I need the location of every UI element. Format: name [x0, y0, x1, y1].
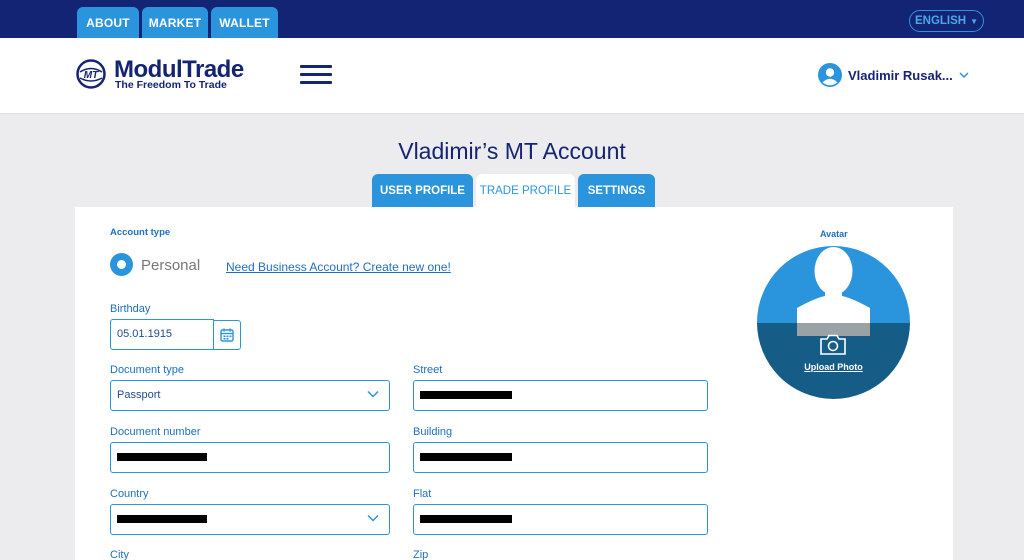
document-type-select[interactable]: Passport [110, 380, 390, 411]
chevron-down-icon [367, 390, 379, 398]
upload-photo-link[interactable]: Upload Photo [757, 362, 910, 372]
flat-label: Flat [413, 488, 432, 500]
avatar-silhouette-icon [757, 246, 910, 399]
menu-icon[interactable] [300, 65, 332, 85]
tab-market[interactable]: MARKET [142, 7, 208, 38]
city-label: City [110, 549, 129, 560]
user-menu[interactable]: Vladimir Rusak... [818, 63, 969, 87]
tab-trade-profile[interactable]: TRADE PROFILE [476, 174, 575, 207]
avatar-upload[interactable]: Upload Photo [757, 246, 910, 399]
calendar-button[interactable] [213, 320, 241, 350]
chevron-down-icon [367, 514, 379, 522]
modultrade-logo-icon[interactable]: MT [76, 59, 106, 89]
personal-label: Personal [141, 257, 201, 274]
calendar-icon [220, 328, 234, 342]
redacted-value [117, 453, 207, 461]
document-type-value: Passport [117, 389, 161, 401]
account-type-label: Account type [110, 227, 171, 238]
flat-input[interactable] [413, 504, 708, 535]
street-input[interactable] [413, 380, 708, 411]
birthday-label: Birthday [110, 303, 151, 315]
personal-radio[interactable] [110, 253, 133, 276]
language-label: ENGLISH [914, 15, 967, 27]
country-label: Country [110, 488, 149, 500]
country-select[interactable] [110, 504, 390, 535]
user-name: Vladimir Rusak... [848, 67, 953, 83]
site-header: MT ModulTrade The Freedom To Trade Vladi… [0, 38, 1024, 114]
language-selector[interactable]: ENGLISH ▼ [909, 10, 984, 32]
camera-icon [820, 334, 846, 355]
building-input[interactable] [413, 442, 708, 473]
create-business-account-link[interactable]: Need Business Account? Create new one! [226, 260, 451, 274]
user-avatar-icon [818, 63, 842, 87]
tab-settings[interactable]: SETTINGS [578, 174, 655, 207]
caret-down-icon: ▼ [970, 16, 979, 26]
redacted-value [420, 453, 512, 461]
tab-wallet[interactable]: WALLET [211, 7, 278, 38]
avatar-label: Avatar [820, 229, 848, 239]
document-type-label: Document type [110, 364, 184, 376]
tab-about[interactable]: ABOUT [77, 7, 139, 38]
brand-tagline: The Freedom To Trade [115, 79, 227, 91]
street-label: Street [413, 364, 443, 376]
redacted-value [117, 515, 207, 523]
birthday-value: 05.01.1915 [117, 328, 173, 340]
document-number-input[interactable] [110, 442, 390, 473]
redacted-value [420, 515, 512, 523]
chevron-down-icon [959, 71, 969, 78]
redacted-value [420, 391, 512, 399]
birthday-input[interactable]: 05.01.1915 [110, 319, 214, 350]
tab-user-profile[interactable]: USER PROFILE [372, 174, 473, 207]
top-nav-bar: ABOUT MARKET WALLET ENGLISH ▼ [0, 0, 1024, 38]
logo-mark-text: MT [84, 70, 99, 81]
building-label: Building [413, 426, 453, 438]
zip-label: Zip [413, 549, 429, 560]
document-number-label: Document number [110, 426, 201, 438]
page-title: Vladimir’s MT Account [398, 138, 626, 164]
